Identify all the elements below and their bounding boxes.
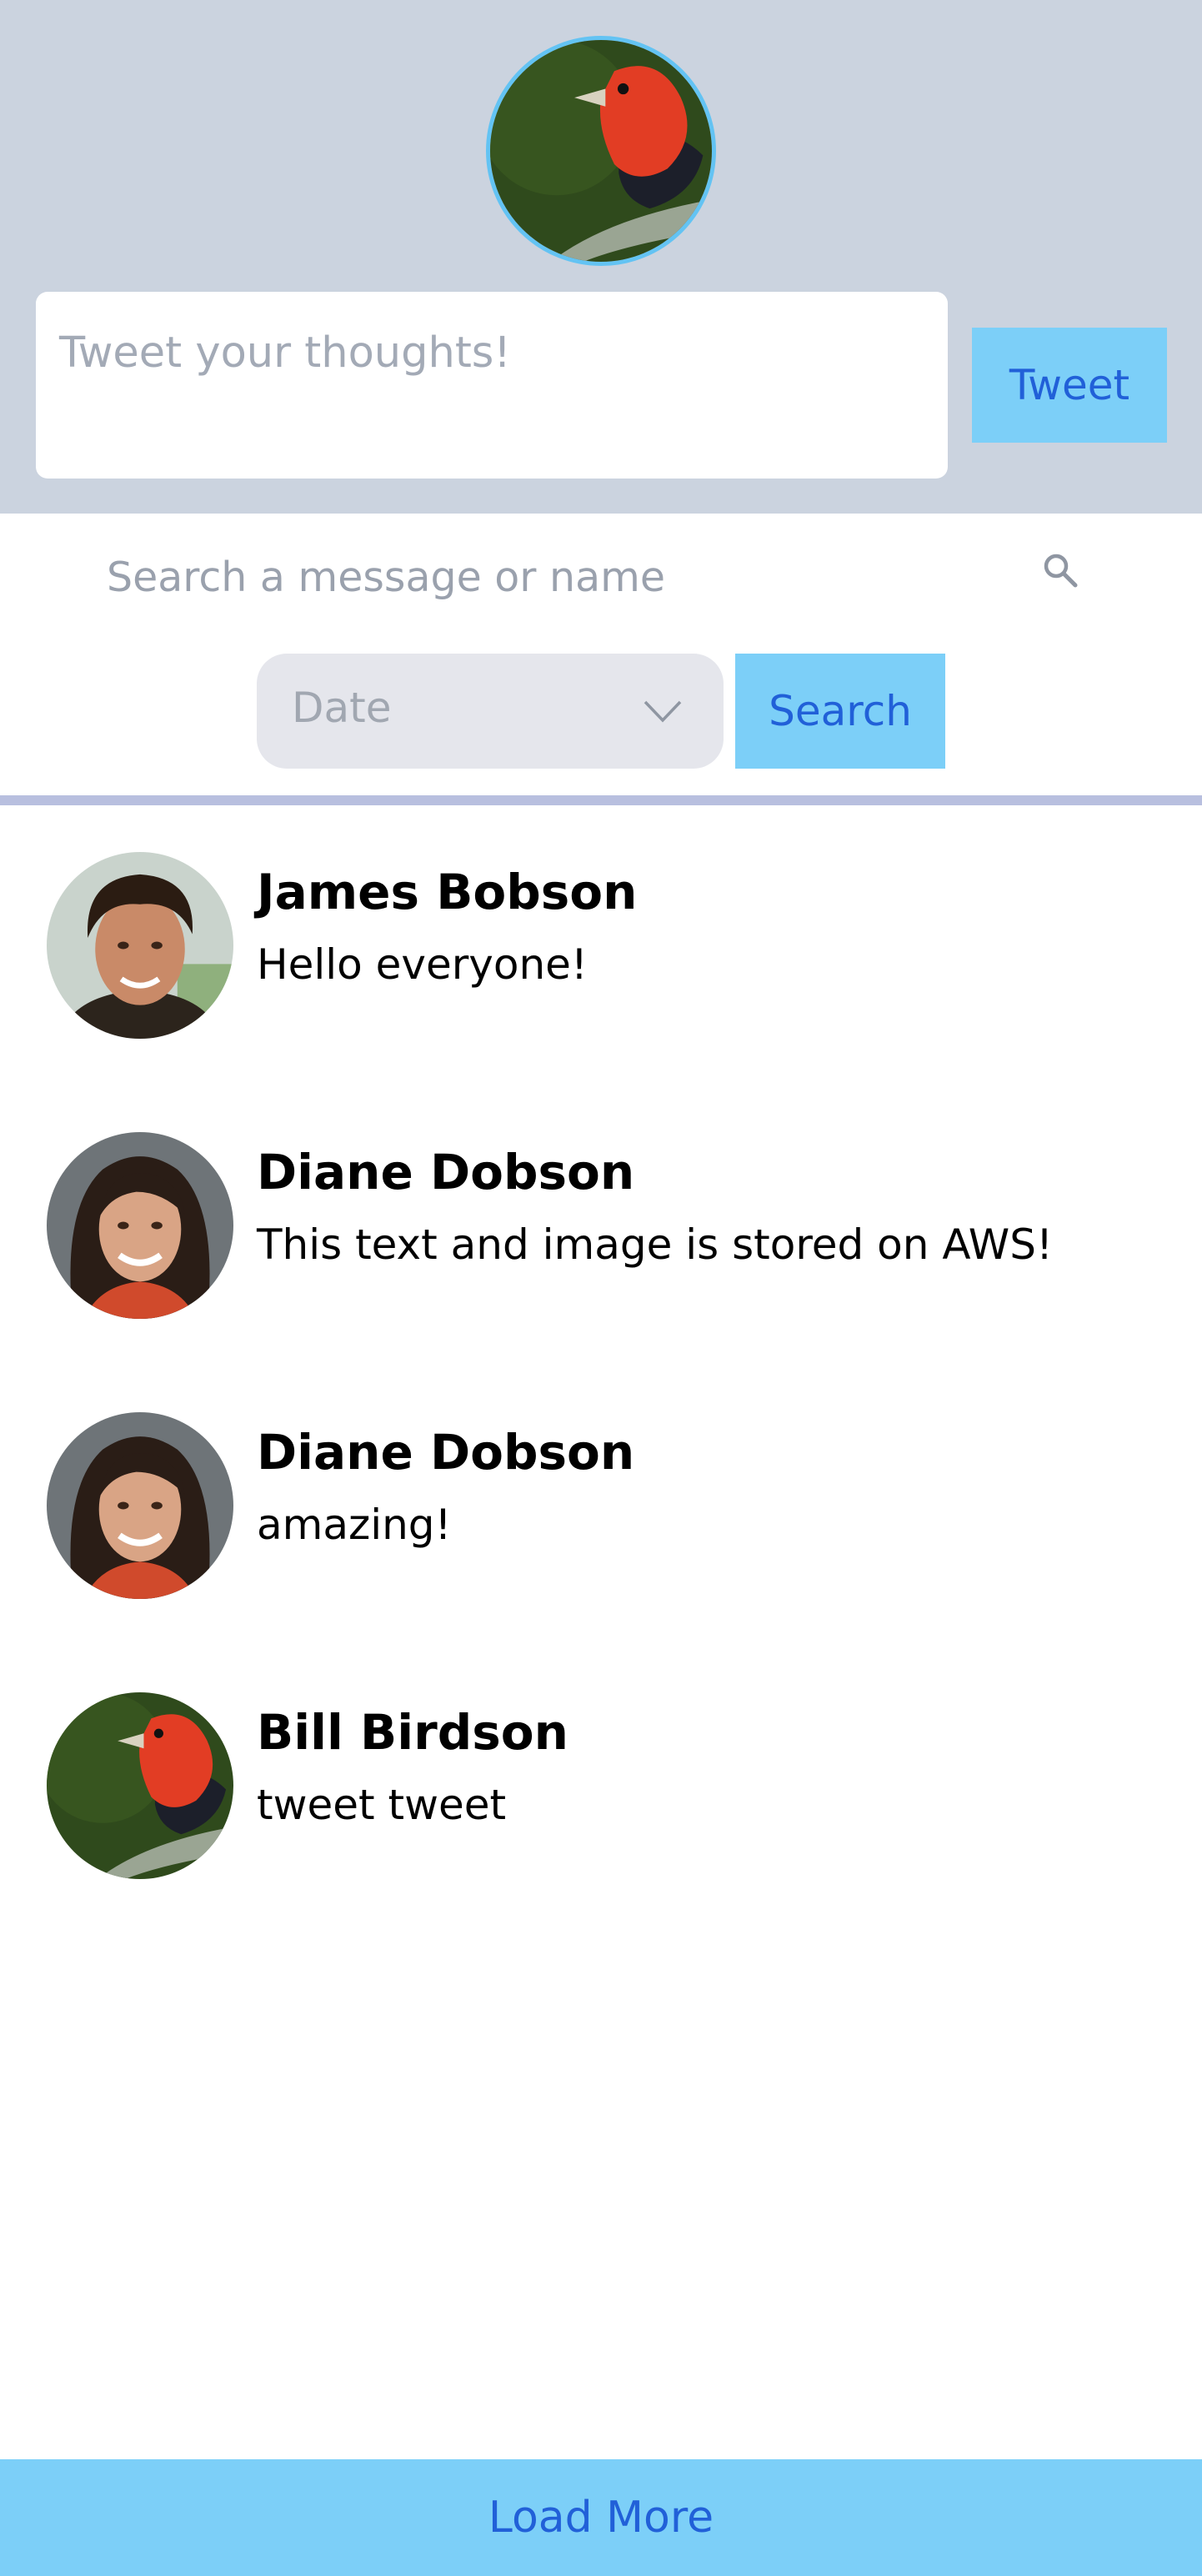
tweet-author: Diane Dobson (257, 1144, 635, 1200)
profile-avatar[interactable] (486, 36, 716, 266)
tweet-author: James Bobson (257, 864, 638, 920)
tweet-button[interactable]: Tweet (972, 328, 1167, 443)
sort-select[interactable]: Date (257, 654, 724, 769)
search-button[interactable]: Search (735, 654, 945, 769)
bird-avatar-icon (490, 40, 712, 262)
tweet-item: Bill Birdson tweet tweet (0, 1646, 1202, 1926)
tweet-text: This text and image is stored on AWS! (257, 1220, 1054, 1269)
tweet-feed: James Bobson Hello everyone! Diane Dobso… (0, 805, 1202, 1926)
tweet-item: Diane Dobson amazing! (0, 1366, 1202, 1646)
woman-portrait-icon (47, 1132, 233, 1319)
load-more-button[interactable]: Load More (0, 2459, 1202, 2576)
man-portrait-icon (47, 852, 233, 1039)
tweet-author: Bill Birdson (257, 1704, 568, 1761)
divider (0, 795, 1202, 805)
tweet-text: Hello everyone! (257, 940, 588, 989)
sort-select-value: Date (292, 684, 392, 732)
tweet-item: Diane Dobson This text and image is stor… (0, 1085, 1202, 1366)
tweet-text: tweet tweet (257, 1781, 507, 1829)
chevron-down-icon (642, 692, 684, 730)
tweet-item: James Bobson Hello everyone! (0, 805, 1202, 1085)
search-icon[interactable] (1040, 550, 1082, 592)
compose-header: Tweet (0, 0, 1202, 514)
woman-portrait-icon (47, 1412, 233, 1599)
tweet-text: amazing! (257, 1501, 452, 1549)
bird-avatar-icon (47, 1692, 233, 1879)
search-input[interactable] (107, 544, 1015, 610)
tweet-author: Diane Dobson (257, 1424, 635, 1481)
tweet-compose-input[interactable] (36, 292, 948, 479)
